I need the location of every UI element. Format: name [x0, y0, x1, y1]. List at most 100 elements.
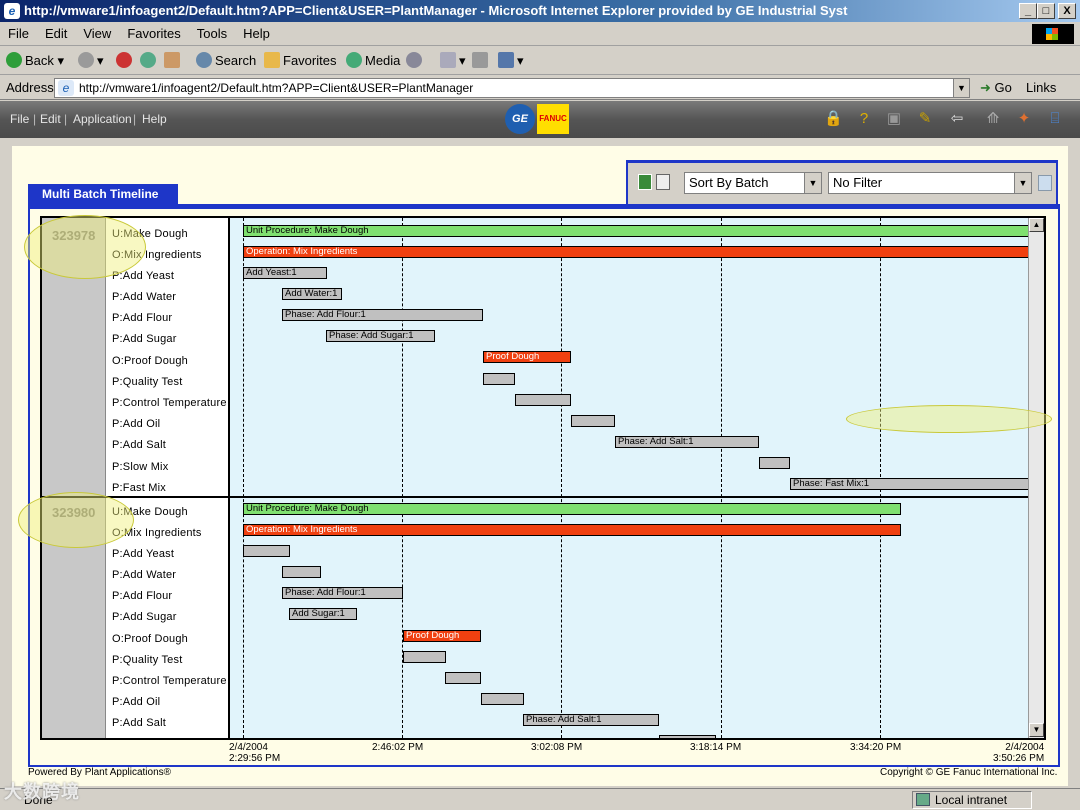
maximize-button[interactable]: □: [1037, 3, 1055, 19]
go-button[interactable]: ➜ Go: [980, 80, 1012, 96]
row-label[interactable]: P:Add Salt: [112, 439, 166, 451]
bar-unit-procedure[interactable]: Unit Procedure: Make Dough: [243, 503, 901, 515]
time-axis-label: 2/4/2004 3:50:26 PM: [993, 742, 1045, 764]
list-icon[interactable]: [656, 174, 670, 190]
run-icon[interactable]: ✎: [916, 110, 934, 128]
time-axis-label: 2/4/2004 2:29:56 PM: [229, 742, 281, 764]
bar-slow-mix[interactable]: [759, 457, 790, 469]
address-dropdown-icon[interactable]: ▼: [953, 79, 969, 97]
row-label[interactable]: O:Proof Dough: [112, 355, 188, 367]
menu-tools[interactable]: Tools: [189, 22, 235, 46]
row-label[interactable]: P:Add Sugar: [112, 611, 177, 623]
row-label[interactable]: P:Fast Mix: [112, 482, 166, 494]
bar-add-flour[interactable]: Phase: Add Flour:1: [282, 309, 483, 321]
help-icon[interactable]: ?: [855, 110, 873, 128]
scroll-up-icon[interactable]: ▲: [1029, 218, 1044, 232]
refresh-button[interactable]: [140, 52, 159, 72]
minimize-button[interactable]: _: [1019, 3, 1037, 19]
row-label[interactable]: P:Control Temperature: [112, 675, 227, 687]
row-label[interactable]: P:Quality Test: [112, 376, 182, 388]
bar-add-salt[interactable]: Phase: Add Salt:1: [615, 436, 759, 448]
close-button[interactable]: X: [1058, 3, 1076, 19]
bar-add-oil[interactable]: [481, 693, 524, 705]
watermark: 大数跨境: [4, 782, 80, 802]
bar-add-water[interactable]: Add Water:1: [282, 288, 342, 300]
row-label[interactable]: P:Control Temperature: [112, 397, 227, 409]
tools-icon[interactable]: ✦: [1015, 110, 1033, 128]
media-button[interactable]: Media: [346, 52, 400, 72]
print-button[interactable]: [472, 52, 491, 72]
app-menu-file[interactable]: File: [10, 112, 29, 126]
row-label[interactable]: P:Add Yeast: [112, 548, 174, 560]
bar-proof-dough[interactable]: Proof Dough: [483, 351, 571, 363]
bar-partial[interactable]: [659, 735, 716, 738]
app-menu-help[interactable]: Help: [142, 112, 167, 126]
row-label[interactable]: P:Add Flour: [112, 590, 172, 602]
refresh-icon[interactable]: [1038, 175, 1052, 191]
save-icon[interactable]: ▣: [885, 110, 903, 128]
export-icon[interactable]: [638, 174, 652, 190]
row-label[interactable]: P:Slow Mix: [112, 461, 168, 473]
bar-add-water[interactable]: [282, 566, 321, 578]
menu-view[interactable]: View: [75, 22, 119, 46]
bar-add-flour[interactable]: Phase: Add Flour:1: [282, 587, 403, 599]
bar-control-temperature[interactable]: [445, 672, 481, 684]
bar-add-sugar[interactable]: Add Sugar:1: [289, 608, 357, 620]
app-menu-application[interactable]: Application: [73, 112, 132, 126]
settings-icon[interactable]: ⌸: [1046, 110, 1064, 128]
bar-add-sugar[interactable]: Phase: Add Sugar:1: [326, 330, 435, 342]
menu-edit[interactable]: Edit: [37, 22, 75, 46]
forward-button[interactable]: ▾: [78, 52, 104, 72]
back-button[interactable]: Back ▾: [6, 52, 64, 72]
bar-add-yeast[interactable]: [243, 545, 290, 557]
bar-add-yeast[interactable]: Add Yeast:1: [243, 267, 327, 279]
bar-add-oil[interactable]: [571, 415, 615, 427]
mail-icon: [440, 52, 456, 68]
row-label[interactable]: P:Add Salt: [112, 717, 166, 729]
bar-operation-mix[interactable]: Operation: Mix Ingredients: [243, 524, 901, 536]
row-label[interactable]: P:Add Water: [112, 291, 176, 303]
row-label[interactable]: P:Add Flour: [112, 312, 172, 324]
bar-unit-procedure[interactable]: Unit Procedure: Make Dough: [243, 225, 1029, 237]
bar-fast-mix[interactable]: Phase: Fast Mix:1: [790, 478, 1029, 490]
search-button[interactable]: Search: [196, 52, 256, 72]
edit-button[interactable]: ▾: [498, 52, 524, 72]
mail-button[interactable]: ▾: [440, 52, 466, 72]
menu-help[interactable]: Help: [235, 22, 278, 46]
address-input[interactable]: e http://vmware1/infoagent2/Default.htm?…: [54, 78, 970, 98]
row-label[interactable]: P:Add Oil: [112, 418, 160, 430]
sort-select[interactable]: Sort By Batch ▼: [684, 172, 822, 194]
row-label[interactable]: P:Add Sugar: [112, 333, 177, 345]
scroll-down-icon[interactable]: ▼: [1029, 723, 1044, 737]
row-label[interactable]: P:Quality Test: [112, 654, 182, 666]
row-label[interactable]: P:Add Water: [112, 569, 176, 581]
bar-proof-dough[interactable]: Proof Dough: [403, 630, 481, 642]
row-label[interactable]: P:Add Oil: [112, 696, 160, 708]
favorites-button[interactable]: Favorites: [264, 52, 336, 72]
bar-quality-test[interactable]: [483, 373, 515, 385]
batch-divider: [42, 496, 1044, 498]
menu-favorites[interactable]: Favorites: [119, 22, 188, 46]
footer-copyright: Copyright © GE Fanuc International Inc.: [880, 767, 1058, 778]
logout-icon[interactable]: ⇦: [948, 110, 966, 128]
lock-icon[interactable]: 🔒: [824, 110, 843, 128]
links-button[interactable]: Links: [1026, 80, 1056, 95]
ie-icon: e: [4, 3, 20, 19]
vertical-scrollbar[interactable]: ▲ ▼: [1028, 218, 1044, 738]
tab-multi-batch-timeline[interactable]: Multi Batch Timeline: [28, 184, 178, 204]
display-icon[interactable]: ⟰: [984, 110, 1002, 128]
intranet-icon: [916, 793, 930, 806]
history-button[interactable]: [406, 52, 425, 72]
row-label[interactable]: O:Proof Dough: [112, 633, 188, 645]
edit-icon: [498, 52, 514, 68]
bar-control-temperature[interactable]: [515, 394, 571, 406]
app-menu-edit[interactable]: Edit: [40, 112, 61, 126]
filter-select[interactable]: No Filter ▼: [828, 172, 1032, 194]
menu-file[interactable]: File: [0, 22, 37, 46]
home-button[interactable]: [164, 52, 183, 72]
bar-operation-mix[interactable]: Operation: Mix Ingredients: [243, 246, 1029, 258]
bar-quality-test[interactable]: [403, 651, 446, 663]
bar-add-salt[interactable]: Phase: Add Salt:1: [523, 714, 659, 726]
time-axis-label: 2:46:02 PM: [372, 742, 424, 753]
stop-button[interactable]: [116, 52, 135, 72]
